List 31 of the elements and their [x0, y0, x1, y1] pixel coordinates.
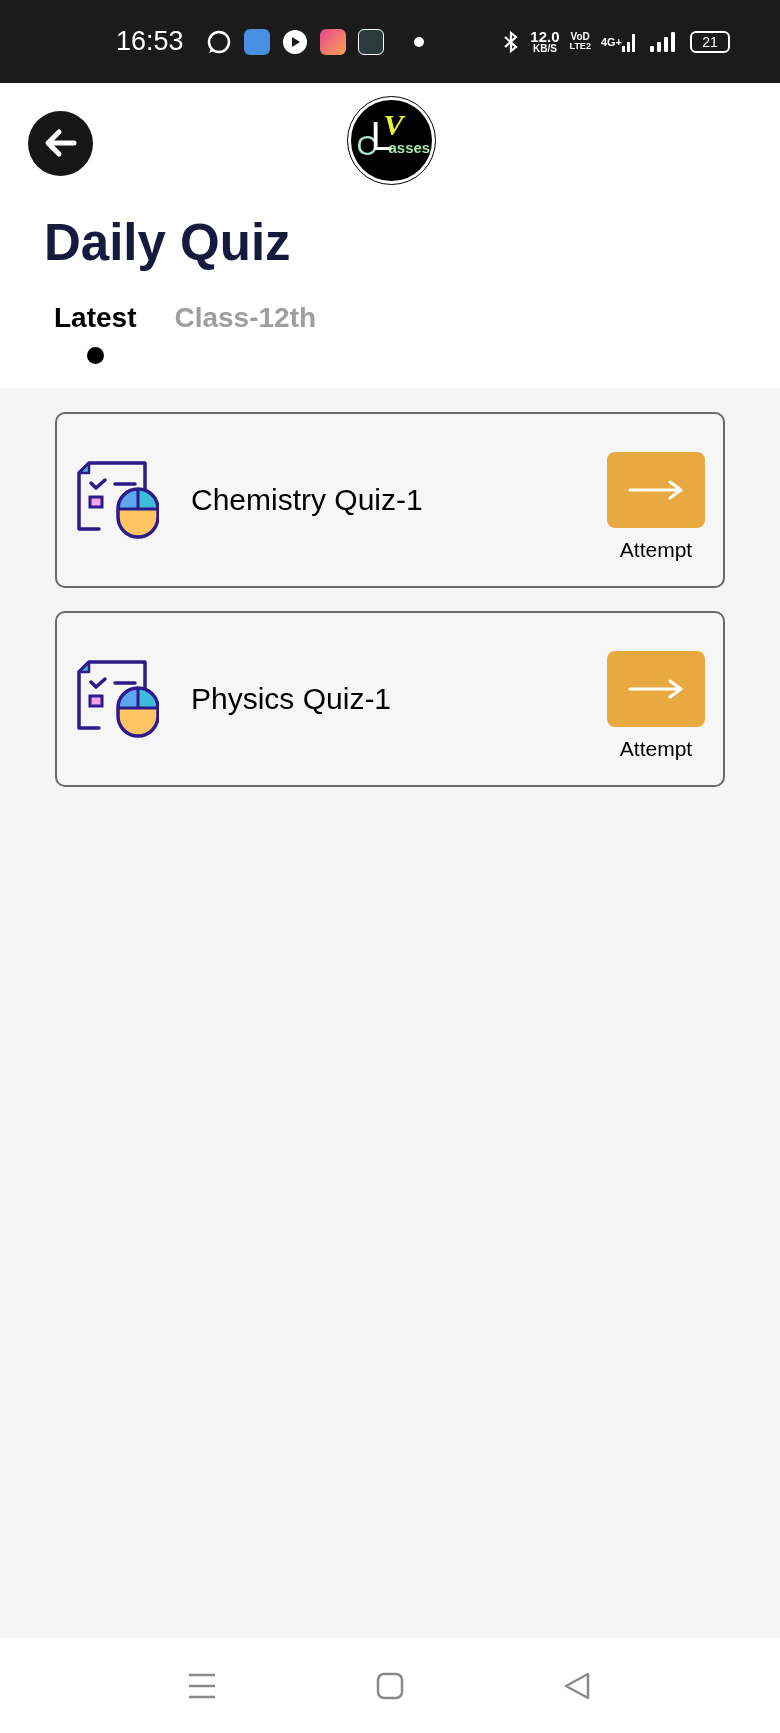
- attempt-label: Attempt: [619, 736, 693, 762]
- quiz-icon: [77, 657, 159, 740]
- home-icon[interactable]: [376, 1671, 404, 1700]
- volte-label: LTE2: [569, 42, 591, 51]
- page-title: Daily Quiz: [44, 213, 292, 273]
- quiz-card[interactable]: Chemistry Quiz-1 Attempt: [55, 411, 725, 588]
- quiz-title: Physics Quiz-1: [191, 681, 393, 718]
- menu-icon[interactable]: [188, 1672, 216, 1699]
- chat-app-icon: [205, 28, 232, 55]
- app-icon: [357, 28, 384, 55]
- app-icon: [319, 28, 346, 55]
- play-icon: [281, 28, 308, 55]
- tab[interactable]: Latest: [54, 296, 137, 364]
- clock: 16:53: [116, 25, 184, 59]
- quiz-title: Chemistry Quiz-1: [191, 482, 424, 519]
- back-arrow-icon: [43, 128, 78, 158]
- quiz-card[interactable]: Physics Quiz-1 Attempt: [55, 610, 725, 787]
- speed-value: 12.0: [530, 29, 560, 44]
- quiz-icon: [77, 458, 159, 541]
- back-icon[interactable]: [564, 1671, 592, 1700]
- arrow-right-icon: [628, 480, 684, 500]
- attempt-button[interactable]: [607, 651, 705, 727]
- attempt-button[interactable]: [607, 452, 705, 528]
- app-icon: [243, 28, 270, 55]
- volte-label: VoD: [570, 32, 590, 42]
- attempt-label: Attempt: [619, 537, 693, 563]
- speed-unit: KB/S: [533, 44, 557, 54]
- battery: 21: [690, 30, 730, 53]
- network-label: 4G+: [600, 35, 622, 50]
- signal-icon: [650, 29, 678, 54]
- arrow-right-icon: [628, 679, 684, 699]
